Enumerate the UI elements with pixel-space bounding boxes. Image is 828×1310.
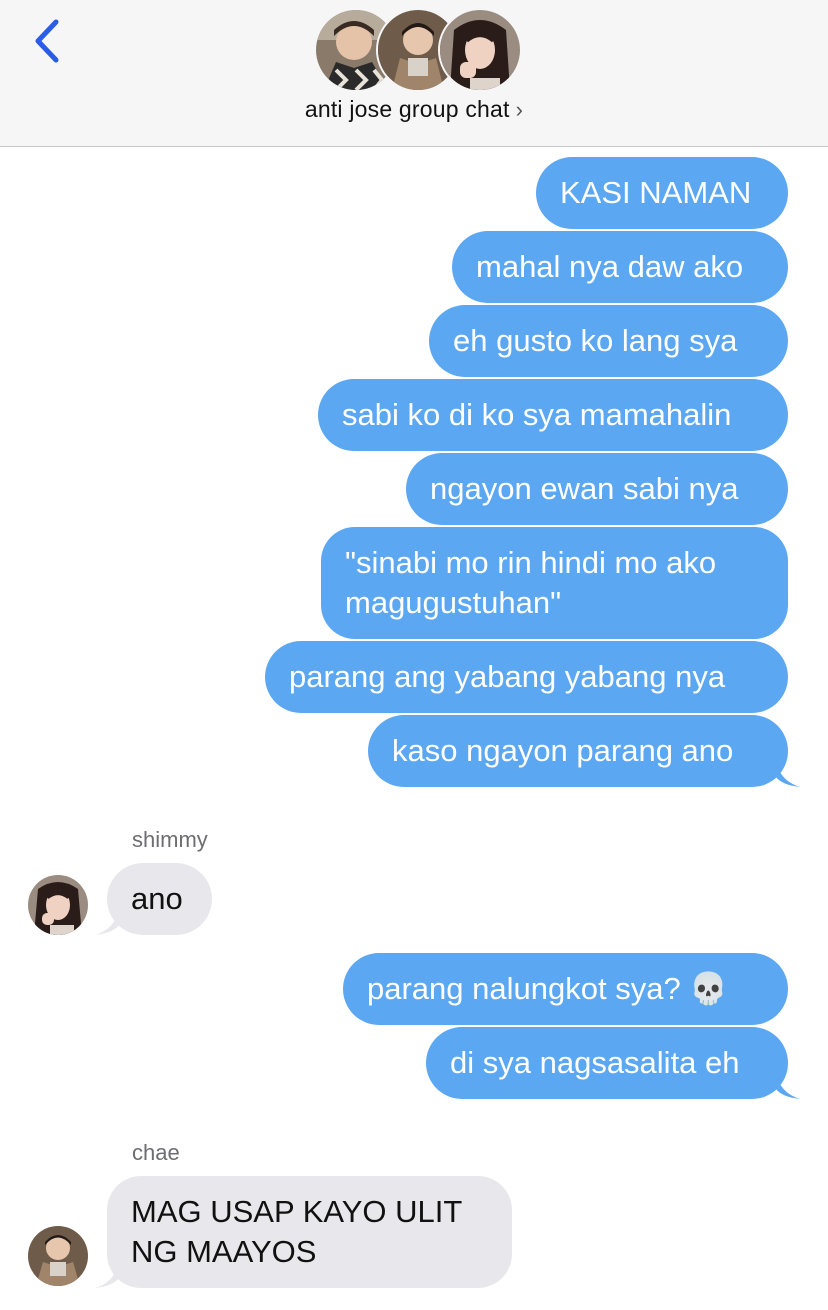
message-text: eh gusto ko lang sya xyxy=(453,323,738,358)
message-row: MAG USAP KAYO ULIT NG MAAYOS xyxy=(95,1176,512,1288)
message-text: ngayon ewan sabi nya xyxy=(430,471,739,506)
received-message-bubble[interactable]: ano xyxy=(95,863,212,935)
received-message-bubble[interactable]: MAG USAP KAYO ULIT NG MAAYOS xyxy=(95,1176,512,1288)
message-text: mahal nya daw ako xyxy=(476,249,744,284)
message-row: ngayon ewan sabi nya xyxy=(406,453,788,525)
message-row: parang nalungkot sya? 💀 xyxy=(343,953,788,1025)
member-avatar xyxy=(438,8,522,92)
message-row: eh gusto ko lang sya xyxy=(429,305,788,377)
sent-message-bubble[interactable]: "sinabi mo rin hindi mo ako magugustuhan… xyxy=(321,527,788,639)
conversation-header: anti jose group chat › xyxy=(0,0,828,147)
back-chevron-icon[interactable] xyxy=(30,18,66,64)
message-row: "sinabi mo rin hindi mo ako magugustuhan… xyxy=(321,527,788,639)
message-text: parang nalungkot sya? 💀 xyxy=(367,971,728,1006)
sent-message-bubble[interactable]: mahal nya daw ako xyxy=(452,231,788,303)
message-text: NG MAAYOS xyxy=(131,1234,317,1269)
sent-message-bubble[interactable]: di sya nagsasalita eh xyxy=(426,1027,800,1099)
sender-name: shimmy xyxy=(132,827,208,852)
chae-avatar[interactable] xyxy=(28,1226,88,1286)
message-row: kaso ngayon parang ano xyxy=(368,715,800,787)
message-row: di sya nagsasalita eh xyxy=(426,1027,800,1099)
message-text: parang ang yabang yabang nya xyxy=(289,659,726,694)
bubble-tail-icon xyxy=(95,1262,119,1288)
message-text: magugustuhan" xyxy=(345,585,562,620)
message-text: "sinabi mo rin hindi mo ako xyxy=(345,545,717,580)
bubble-tail-icon xyxy=(95,909,119,935)
message-text: MAG USAP KAYO ULIT xyxy=(131,1194,463,1229)
message-row: parang ang yabang yabang nya xyxy=(265,641,788,713)
sent-message-bubble[interactable]: eh gusto ko lang sya xyxy=(429,305,788,377)
sent-message-bubble[interactable]: KASI NAMAN xyxy=(536,157,788,229)
message-row: sabi ko di ko sya mamahalin xyxy=(318,379,788,451)
message-text: sabi ko di ko sya mamahalin xyxy=(342,397,732,432)
sent-message-bubble[interactable]: parang ang yabang yabang nya xyxy=(265,641,788,713)
bubble-tail-icon xyxy=(776,761,800,787)
chevron-right-icon: › xyxy=(515,97,524,122)
bubble-tail-icon xyxy=(776,1073,800,1099)
group-avatars[interactable] xyxy=(314,8,522,92)
sender-name: chae xyxy=(132,1140,180,1165)
sent-message-bubble[interactable]: sabi ko di ko sya mamahalin xyxy=(318,379,788,451)
sent-message-bubble[interactable]: parang nalungkot sya? 💀 xyxy=(343,953,788,1025)
shimmy-avatar[interactable] xyxy=(28,875,88,935)
group-chat-title[interactable]: anti jose group chat › xyxy=(0,96,828,123)
message-list[interactable]: KASI NAMAN mahal nya daw ako eh gusto ko… xyxy=(0,147,828,1310)
message-row: ano xyxy=(95,863,212,935)
group-chat-name: anti jose group chat xyxy=(304,96,510,122)
sent-message-bubble[interactable]: ngayon ewan sabi nya xyxy=(406,453,788,525)
sent-message-bubble[interactable]: kaso ngayon parang ano xyxy=(368,715,800,787)
message-text: KASI NAMAN xyxy=(560,175,752,210)
message-text: di sya nagsasalita eh xyxy=(450,1045,740,1080)
message-text: ano xyxy=(131,881,183,916)
message-text: kaso ngayon parang ano xyxy=(392,733,734,768)
message-row: KASI NAMAN xyxy=(536,157,788,229)
message-row: mahal nya daw ako xyxy=(452,231,788,303)
